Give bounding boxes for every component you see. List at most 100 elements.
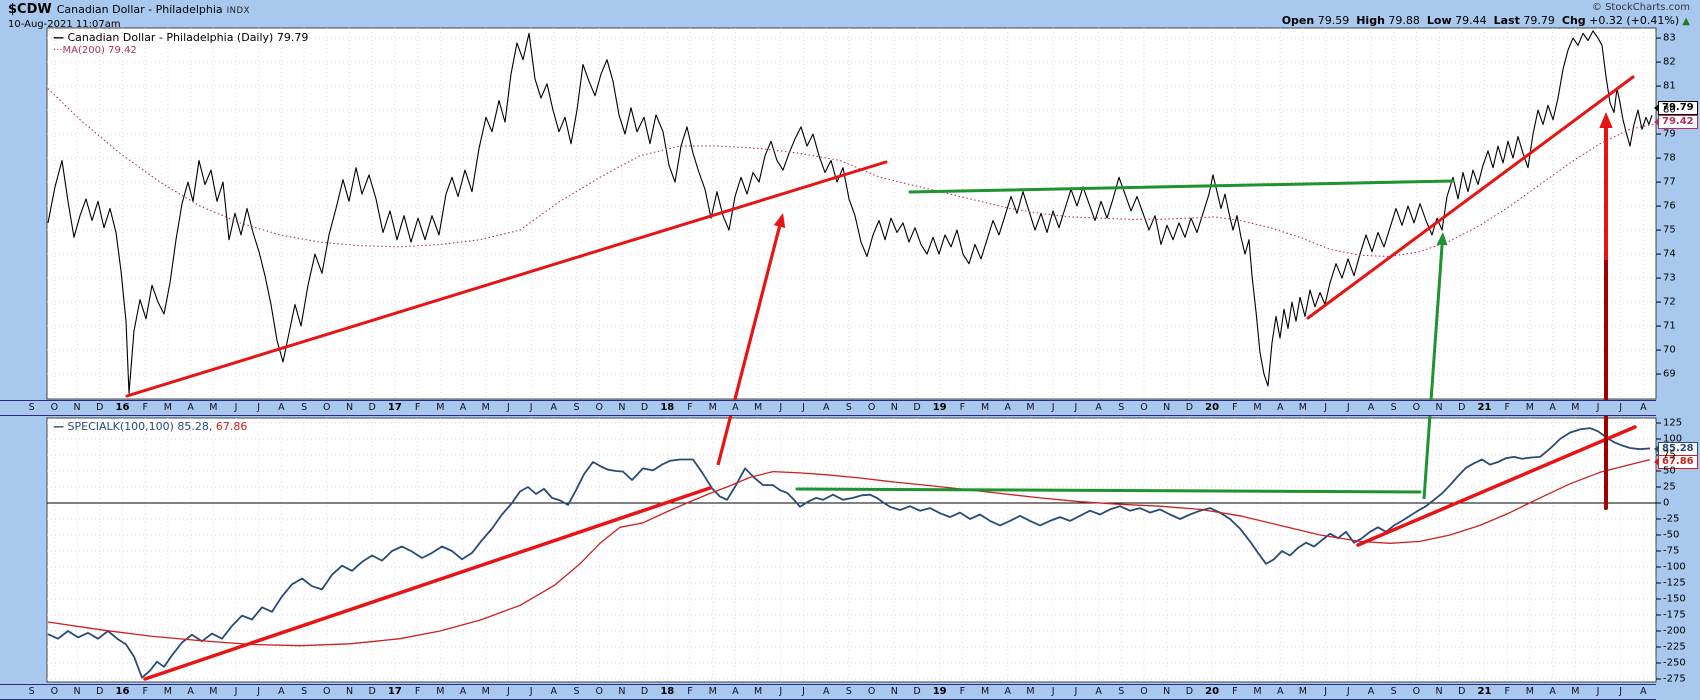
x-axis-month-label: F	[1504, 402, 1510, 413]
x-axis-month-label: M	[209, 686, 218, 697]
lower-panel-legend: — SPECIALK(100,100) 85.28, 67.86	[53, 420, 247, 433]
x-axis-month-label: F	[142, 686, 148, 697]
x-axis-month-label: J	[1619, 402, 1623, 413]
x-axis-month-label: O	[50, 402, 59, 413]
x-axis-month-label: J	[529, 402, 533, 413]
y-axis-tick-label: 0	[1663, 497, 1670, 509]
x-axis-month-label: M	[1253, 402, 1262, 413]
y-axis-tick-label: -200	[1663, 625, 1686, 637]
x-axis-month-label: N	[1163, 402, 1171, 413]
y-axis-tick-label: 70	[1663, 344, 1676, 356]
x-axis-year-label: 20	[1205, 402, 1220, 413]
x-axis-month-label: D	[913, 686, 921, 697]
x-axis-month-label: O	[595, 402, 603, 413]
x-axis-month-label: O	[595, 686, 603, 697]
x-axis-month-label: J	[779, 402, 783, 413]
x-axis-month-label: A	[1004, 402, 1012, 413]
chart-canvas	[46, 27, 1661, 683]
x-axis-month-label: A	[1549, 686, 1556, 697]
x-axis-month-label: D	[913, 402, 921, 413]
x-axis-month-label: O	[323, 402, 331, 413]
x-axis-month-label: J	[1074, 686, 1078, 697]
y-axis-tick-label: -175	[1663, 609, 1686, 621]
x-axis-month-label: A	[1276, 402, 1284, 413]
x-axis-month-label: J	[257, 686, 261, 697]
x-axis-month-label: M	[1298, 402, 1307, 413]
x-axis-month-label: D	[1458, 686, 1466, 697]
x-axis-month-label: A	[732, 686, 739, 697]
y-axis-tick-label: 72	[1663, 296, 1676, 308]
x-axis-month-label: N	[345, 686, 354, 697]
x-axis-month-label: J	[234, 402, 238, 413]
x-axis-month-label: N	[345, 402, 354, 413]
x-axis-month-label: M	[980, 402, 990, 413]
x-axis-month-label: A	[1640, 402, 1647, 413]
y-axis-tick-label: 82	[1663, 56, 1676, 68]
x-axis-month-label: M	[481, 686, 490, 697]
x-axis-month-label: N	[1435, 402, 1443, 413]
x-axis-month-label: S	[1390, 686, 1397, 697]
x-axis-month-label: A	[1640, 686, 1647, 697]
x-axis-month-label: S	[1118, 402, 1125, 413]
x-axis-year-label: 18	[660, 686, 675, 697]
x-axis-month-label: D	[1185, 686, 1194, 697]
price-legend: — Canadian Dollar - Philadelphia (Daily)…	[53, 31, 308, 44]
x-axis-year-label: 16	[115, 686, 130, 697]
x-axis-month-label: N	[1435, 686, 1443, 697]
x-axis-month-label: M	[708, 686, 717, 697]
x-axis-month-label: O	[50, 686, 59, 697]
x-axis-month-label: A	[278, 686, 285, 697]
x-axis-month-label: A	[550, 686, 558, 697]
x-axis-month-label: D	[640, 686, 649, 697]
x-axis-month-label: M	[163, 686, 172, 697]
x-axis-month-label: J	[802, 402, 805, 413]
x-axis-month-label: M	[163, 402, 172, 413]
x-axis-month-label: F	[959, 686, 966, 697]
x-axis-year-label: 17	[387, 686, 402, 697]
x-axis-month-label: F	[687, 686, 693, 697]
x-axis-month-label: M	[980, 686, 990, 697]
x-axis-year-label: 18	[660, 402, 675, 413]
x-axis-month-label: J	[1324, 686, 1327, 697]
x-axis-month-label: M	[1253, 686, 1262, 697]
x-axis-month-label: A	[187, 686, 194, 697]
x-axis-month-label: A	[732, 402, 739, 413]
x-axis-month-label: F	[414, 686, 421, 697]
y-axis-tick-label: 25	[1663, 481, 1676, 493]
x-axis-month-label: M	[753, 686, 763, 697]
x-axis-month-label: D	[640, 402, 649, 413]
ma-legend-text: MA(200) 79.42	[62, 45, 137, 56]
y-axis-tick-label: -75	[1663, 545, 1680, 557]
x-axis-month-label: A	[459, 402, 467, 413]
x-axis-year-label: 19	[932, 686, 947, 697]
x-axis-band-bottom: S O N D 16 F M A M J J A S O N D 17 F M A M J J A S O N D 18 F M A M J J A S…	[0, 684, 1656, 700]
x-axis-month-label: J	[1596, 686, 1600, 697]
x-axis-month-label: D	[1458, 402, 1466, 413]
y-axis-tick-label: 80	[1663, 104, 1676, 116]
x-axis-month-label: O	[867, 402, 876, 413]
x-axis-month-label: S	[845, 686, 852, 697]
x-axis-month-label: F	[1232, 402, 1238, 413]
y-axis-tick-label: 100	[1663, 433, 1683, 445]
x-axis-month-label: O	[867, 686, 876, 697]
x-axis-month-label: S	[573, 686, 580, 697]
x-axis-month-label: M	[1298, 686, 1307, 697]
x-axis-month-label: A	[822, 402, 830, 413]
x-axis-month-label: M	[1571, 686, 1580, 697]
x-axis-month-label: F	[414, 402, 421, 413]
x-axis-year-label: 19	[932, 402, 947, 413]
x-axis-month-label: N	[890, 402, 898, 413]
y-axis-tick-label: -150	[1663, 593, 1686, 605]
y-axis-tick-label: 75	[1663, 449, 1676, 461]
x-axis-month-label: S	[1390, 402, 1397, 413]
y-axis-tick-label: -275	[1663, 673, 1686, 685]
y-axis-tick-label: -50	[1663, 529, 1680, 541]
x-axis-month-label: D	[1185, 402, 1194, 413]
x-axis-month-label: N	[73, 402, 81, 413]
x-axis-month-label: J	[779, 686, 783, 697]
x-axis-month-label: A	[550, 402, 558, 413]
main-panel-legend: — Canadian Dollar - Philadelphia (Daily)…	[53, 31, 308, 57]
price-legend-text: Canadian Dollar - Philadelphia (Daily) 7…	[67, 31, 309, 44]
x-axis-month-label: A	[278, 402, 285, 413]
x-axis-month-label: O	[1140, 686, 1148, 697]
